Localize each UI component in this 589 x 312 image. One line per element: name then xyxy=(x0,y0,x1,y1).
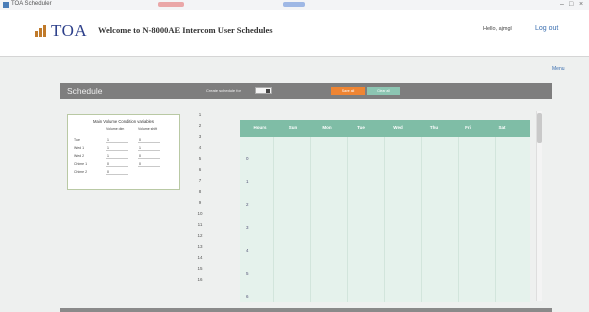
create-schedule-select[interactable] xyxy=(255,87,272,94)
panel-title: Main Volume Condition variables xyxy=(93,119,154,124)
menu-link[interactable]: Menu xyxy=(552,66,565,72)
app-icon xyxy=(3,2,9,8)
hour-number: 7 xyxy=(198,178,202,183)
page-title: Welcome to N-8000AE Intercom User Schedu… xyxy=(98,25,273,35)
grid-divider xyxy=(347,137,348,302)
grid-row-number: 0 xyxy=(246,156,249,161)
browser-tab-blue[interactable] xyxy=(283,2,305,7)
schedule-title: Schedule xyxy=(67,86,103,96)
hour-number: 10 xyxy=(197,211,203,216)
grid-header-wed: Wed xyxy=(393,125,403,130)
footer-bar xyxy=(60,308,552,312)
panel-row: Wed 1 1 1 xyxy=(74,145,174,152)
close-button[interactable]: × xyxy=(579,0,583,10)
grid-header-sat: Sat xyxy=(498,125,506,130)
row-label: Wed 2 xyxy=(74,154,85,158)
app-header xyxy=(0,10,589,57)
volume-dim-input[interactable]: 1 xyxy=(106,137,128,143)
panel-row: Chime 2 0 xyxy=(74,169,174,176)
hour-number: 15 xyxy=(197,266,203,271)
grid-divider xyxy=(495,137,496,302)
logo-text: TOA xyxy=(51,21,88,40)
hour-number: 14 xyxy=(197,255,203,260)
volume-dim-input[interactable]: 0 xyxy=(106,169,128,175)
grid-row-number: 1 xyxy=(246,179,249,184)
volume-shift-input[interactable]: 0 xyxy=(138,161,160,167)
volume-condition-panel: Main Volume Condition variables Volume d… xyxy=(67,114,180,190)
row-label: Chime 1 xyxy=(74,162,88,166)
hour-number: 13 xyxy=(197,244,203,249)
toa-logo-icon xyxy=(35,25,49,37)
panel-row: Chime 1 0 0 xyxy=(74,161,174,168)
grid-header: Hours Sun Mon Tue Wed Thu Fri Sat xyxy=(240,120,530,137)
row-label: Chime 2 xyxy=(74,170,88,174)
browser-tab-red[interactable] xyxy=(158,2,184,7)
col-header-volume-dim: Volume dim xyxy=(106,127,125,131)
hour-number: 12 xyxy=(197,233,203,238)
volume-shift-input[interactable]: 0 xyxy=(138,137,160,143)
hour-number: 4 xyxy=(198,145,202,150)
hour-number: 9 xyxy=(198,200,202,205)
window-title: TOA Scheduler xyxy=(11,1,52,7)
maximize-button[interactable]: □ xyxy=(569,0,573,10)
grid-scrollbar[interactable] xyxy=(536,111,542,301)
grid-divider xyxy=(384,137,385,302)
row-label: Wed 1 xyxy=(74,146,85,150)
grid-divider xyxy=(273,137,274,302)
weekly-schedule-grid[interactable]: Hours Sun Mon Tue Wed Thu Fri Sat 0 1 2 … xyxy=(240,120,530,302)
hour-number: 11 xyxy=(197,222,203,227)
row-label: Tue xyxy=(74,138,80,142)
grid-divider xyxy=(310,137,311,302)
grid-row-number: 5 xyxy=(246,271,249,276)
user-greeting: Hello, ajmgl xyxy=(483,26,512,32)
hour-number: 8 xyxy=(198,189,202,194)
col-header-volume-shift: Volume shift xyxy=(138,127,158,131)
scrollbar-thumb[interactable] xyxy=(537,113,542,143)
clear-all-button[interactable]: Clear all xyxy=(367,87,400,95)
save-all-button[interactable]: Save all xyxy=(331,87,365,95)
logout-link[interactable]: Log out xyxy=(535,25,558,32)
grid-divider xyxy=(421,137,422,302)
grid-row-number: 2 xyxy=(246,202,249,207)
volume-dim-input[interactable]: 1 xyxy=(106,145,128,151)
grid-divider xyxy=(458,137,459,302)
volume-shift-input[interactable]: 0 xyxy=(138,153,160,159)
hour-number: 2 xyxy=(198,123,202,128)
grid-row-number: 6 xyxy=(246,294,249,299)
hour-number: 16 xyxy=(197,277,203,282)
grid-header-tue: Tue xyxy=(357,125,365,130)
panel-row: Wed 2 1 0 xyxy=(74,153,174,160)
volume-shift-input[interactable]: 1 xyxy=(138,145,160,151)
hour-number: 5 xyxy=(198,156,202,161)
schedule-toolbar: Schedule Create schedule for Save all Cl… xyxy=(60,83,552,99)
dropdown-arrow-icon xyxy=(266,89,270,93)
volume-dim-input[interactable]: 1 xyxy=(106,153,128,159)
volume-dim-input[interactable]: 0 xyxy=(106,161,128,167)
minimize-button[interactable]: – xyxy=(560,0,564,10)
grid-row-number: 4 xyxy=(246,248,249,253)
hour-number: 6 xyxy=(198,167,202,172)
panel-row: Tue 1 0 xyxy=(74,137,174,144)
grid-row-number: 3 xyxy=(246,225,249,230)
hour-number: 1 xyxy=(198,112,202,117)
hour-number: 3 xyxy=(198,134,202,139)
create-schedule-label: Create schedule for xyxy=(206,88,241,93)
